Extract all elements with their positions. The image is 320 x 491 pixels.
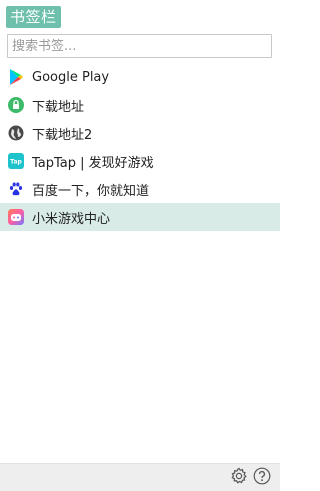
- bookmark-label: 小米游戏中心: [32, 211, 111, 227]
- bookmark-item-baidu[interactable]: 百度一下，你就知道: [0, 175, 280, 203]
- bookmark-label: 百度一下，你就知道: [32, 183, 150, 199]
- taptap-icon: Tap: [8, 153, 24, 169]
- bookmark-label: 下载地址: [32, 99, 85, 115]
- bookmark-item-download-2[interactable]: 下载地址2: [0, 119, 280, 147]
- help-button[interactable]: [252, 467, 272, 489]
- panel-title: 书签栏: [6, 6, 61, 28]
- bookmark-label: TapTap | 发现好游戏: [32, 155, 154, 171]
- android-lock-icon: [8, 97, 24, 113]
- bookmark-panel-header: 书签栏: [0, 0, 280, 34]
- bookmark-item-download-1[interactable]: 下载地址: [0, 91, 280, 119]
- search-input[interactable]: [7, 34, 272, 58]
- gear-icon: [230, 467, 248, 489]
- bookmark-label: 下载地址2: [32, 127, 93, 143]
- bookmark-label: Google Play: [32, 69, 110, 85]
- google-play-icon: [8, 69, 24, 85]
- bookmark-item-google-play[interactable]: Google Play: [0, 63, 280, 91]
- help-icon: [253, 467, 271, 489]
- baidu-paw-icon: [8, 181, 24, 197]
- xiaomi-game-center-icon: [8, 209, 24, 225]
- globe-icon: [8, 125, 24, 141]
- bookmark-list: Google Play 下载地址 下载地址2 Tap TapTap | 发现好游…: [0, 63, 280, 231]
- bookmark-item-taptap[interactable]: Tap TapTap | 发现好游戏: [0, 147, 280, 175]
- panel-footer: [0, 463, 280, 491]
- bookmark-item-xiaomi-game-center[interactable]: 小米游戏中心: [0, 203, 280, 231]
- taptap-icon-text: Tap: [10, 159, 22, 166]
- settings-button[interactable]: [229, 467, 249, 489]
